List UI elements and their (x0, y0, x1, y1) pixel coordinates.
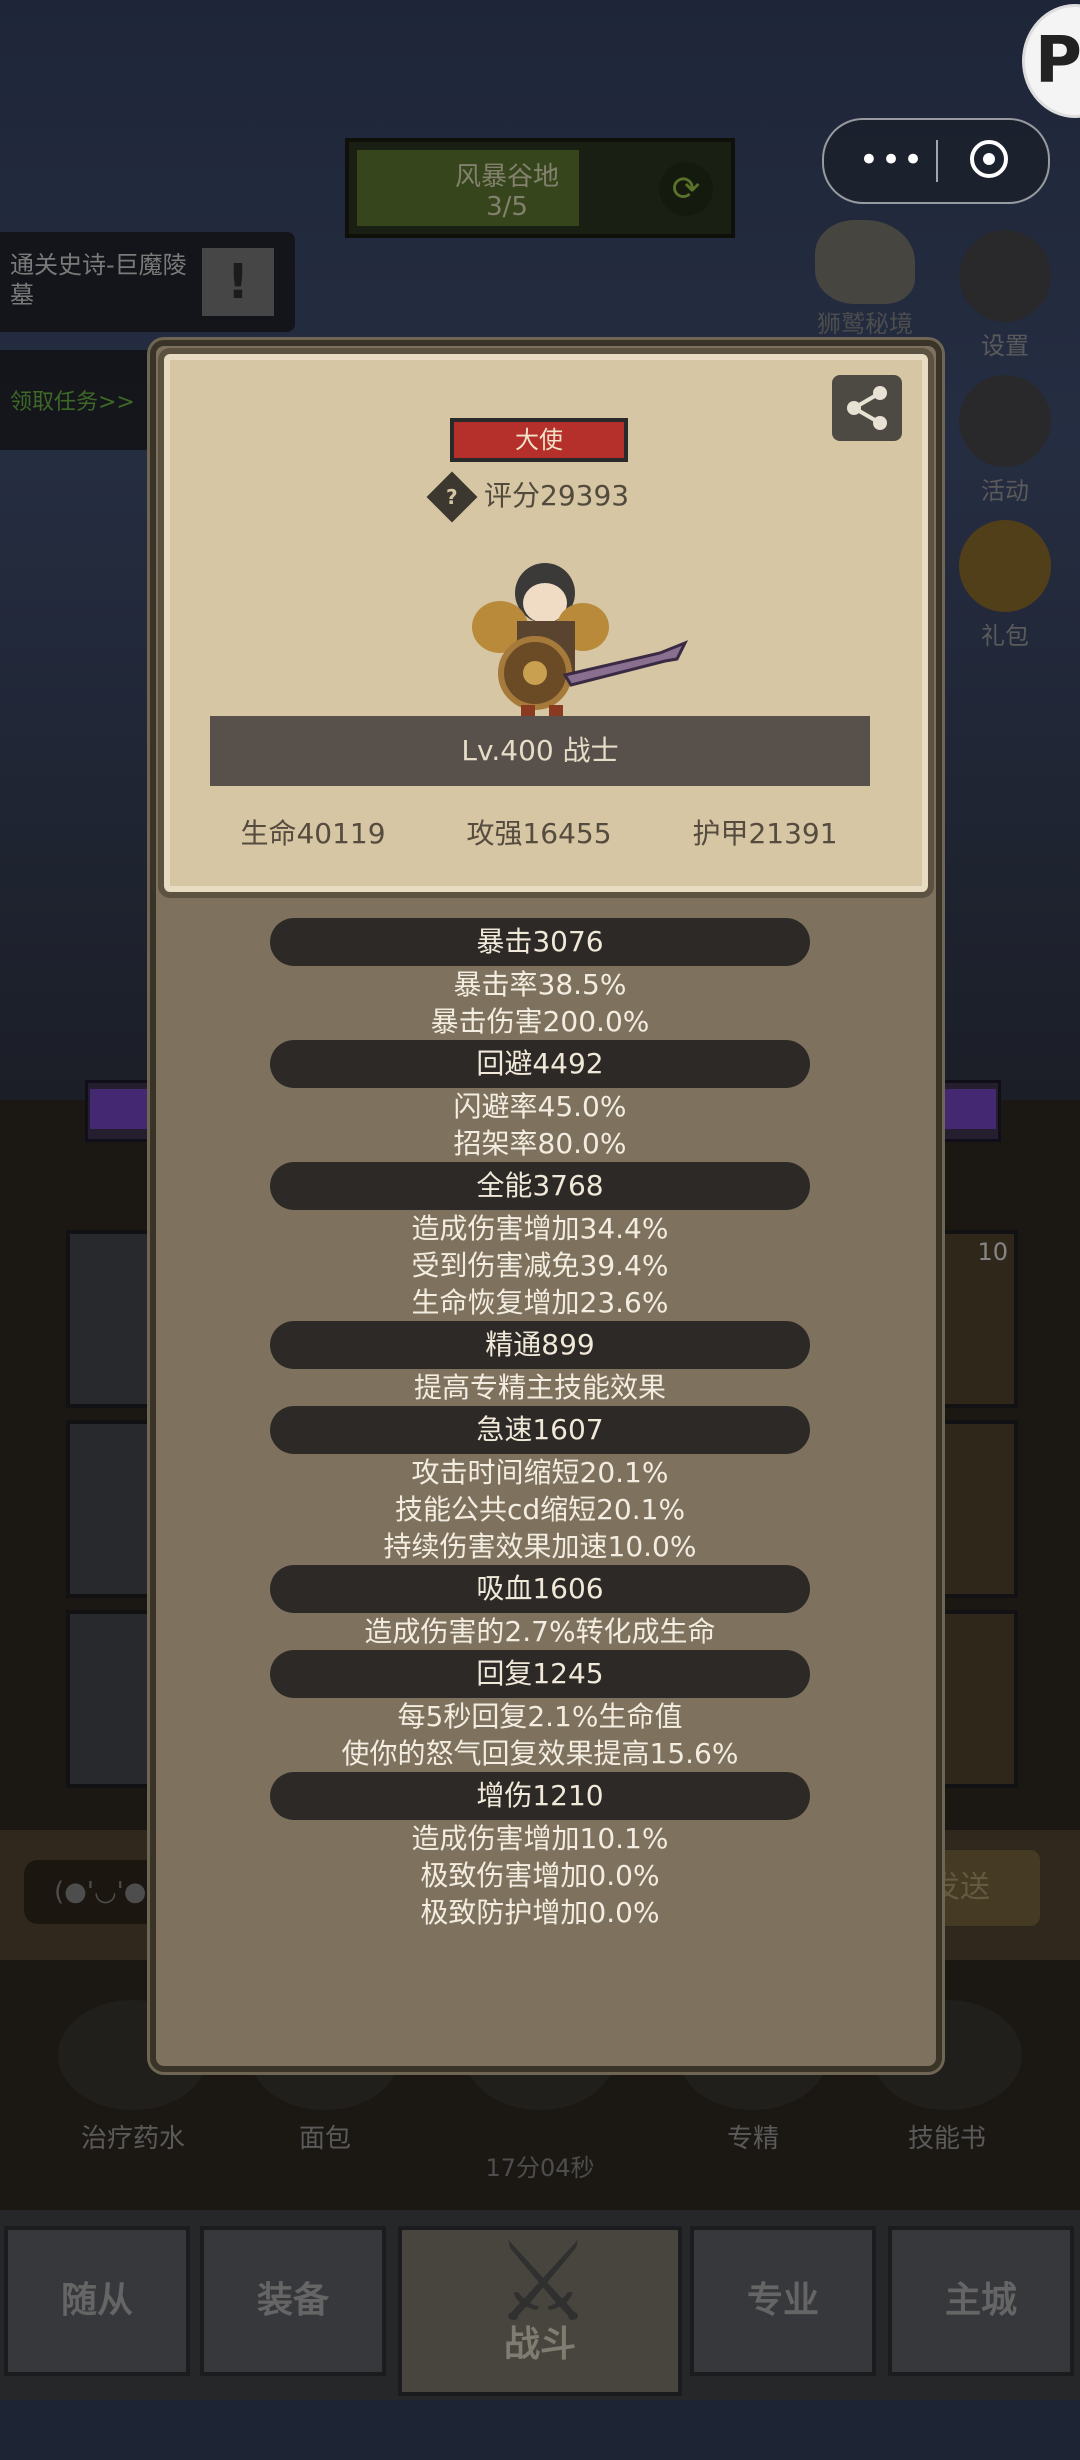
rank-badge: 大使 (450, 418, 628, 462)
attr-group-dodge: 回避4492 闪避率45.0% 招架率80.0% (270, 1040, 810, 1162)
attr-head: 全能3768 (270, 1162, 810, 1210)
score-value: 评分29393 (484, 479, 630, 512)
attr-line: 技能公共cd缩短20.1% (394, 1493, 686, 1526)
more-icon[interactable]: ••• (852, 140, 932, 180)
warrior-avatar (472, 563, 689, 723)
attr-line: 暴击伤害200.0% (430, 1005, 650, 1038)
attr-group-leech: 吸血1606 造成伤害的2.7%转化成生命 (270, 1565, 810, 1650)
attr-group-crit: 暴击3076 暴击率38.5% 暴击伤害200.0% (270, 918, 810, 1040)
attr-line: 持续伤害效果加速10.0% (383, 1530, 697, 1563)
help-icon[interactable]: ? (426, 471, 478, 523)
attr-group-versatility: 全能3768 造成伤害增加34.4% 受到伤害减免39.4% 生命恢复增加23.… (270, 1162, 810, 1321)
attr-group-haste: 急速1607 攻击时间缩短20.1% 技能公共cd缩短20.1% 持续伤害效果加… (270, 1406, 810, 1565)
attr-line: 招架率80.0% (453, 1127, 627, 1160)
attr-line: 造成伤害增加34.4% (411, 1212, 669, 1245)
mini-program-capsule: ••• (822, 118, 1050, 204)
stat-armor: 护甲21391 (692, 817, 838, 850)
attr-line: 极致防护增加0.0% (420, 1896, 660, 1929)
attr-head: 回复1245 (270, 1650, 810, 1698)
attr-group-regen: 回复1245 每5秒回复2.1%生命值 使你的怒气回复效果提高15.6% (270, 1650, 810, 1772)
attr-line: 极致伤害增加0.0% (420, 1859, 660, 1892)
attr-head: 增伤1210 (270, 1772, 810, 1820)
level-bar: Lv.400 战士 (210, 716, 870, 786)
attribute-list: 暴击3076 暴击率38.5% 暴击伤害200.0% 回避4492 闪避率45.… (270, 918, 810, 1931)
attr-head: 回避4492 (270, 1040, 810, 1088)
attr-line: 提高专精主技能效果 (413, 1371, 666, 1404)
attr-line: 攻击时间缩短20.1% (411, 1456, 669, 1489)
attr-head: 暴击3076 (270, 918, 810, 966)
share-icon (847, 386, 887, 430)
attr-head: 吸血1606 (270, 1565, 810, 1613)
attr-line: 造成伤害的2.7%转化成生命 (364, 1615, 716, 1648)
attr-head: 急速1607 (270, 1406, 810, 1454)
stat-attack: 攻强16455 (466, 817, 612, 850)
attr-group-mastery: 精通899 提高专精主技能效果 (270, 1321, 810, 1406)
attr-head: 精通899 (270, 1321, 810, 1369)
attr-line: 每5秒回复2.1%生命值 (397, 1700, 683, 1733)
attr-line: 使你的怒气回复效果提高15.6% (341, 1737, 739, 1770)
score-row: ? 评分29393 (426, 471, 674, 523)
attr-group-damage: 增伤1210 造成伤害增加10.1% 极致伤害增加0.0% 极致防护增加0.0% (270, 1772, 810, 1931)
attr-line: 闪避率45.0% (453, 1090, 627, 1123)
share-button[interactable] (832, 375, 902, 441)
stat-hp: 生命40119 (240, 817, 386, 850)
capsule-divider (936, 140, 938, 182)
close-target-icon[interactable] (970, 140, 1008, 178)
attr-line: 受到伤害减免39.4% (411, 1249, 669, 1282)
attr-line: 生命恢复增加23.6% (411, 1286, 669, 1319)
attr-line: 暴击率38.5% (453, 968, 627, 1001)
base-stats: 生命40119 攻强16455 护甲21391 (200, 808, 880, 858)
attr-line: 造成伤害增加10.1% (411, 1822, 669, 1855)
